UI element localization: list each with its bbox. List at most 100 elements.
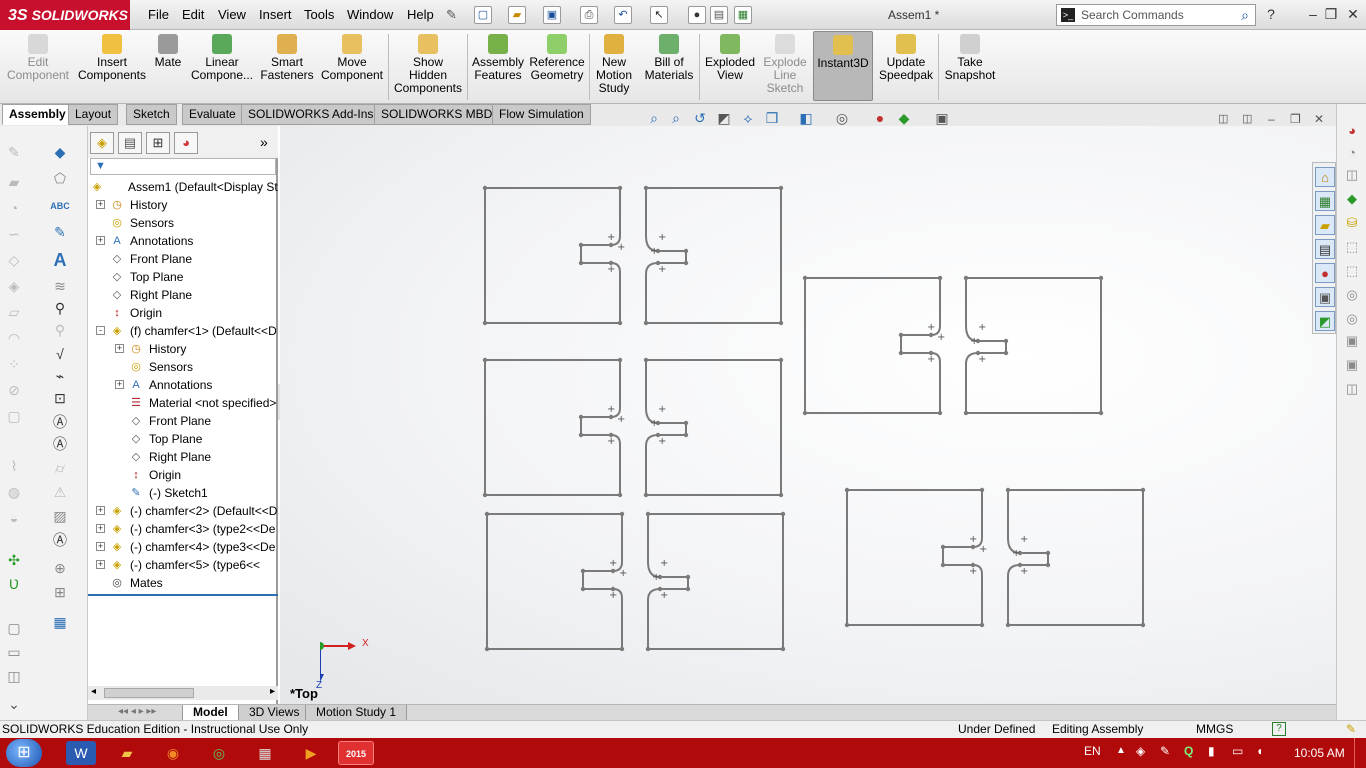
model-items-icon[interactable]: ⬠ [50,168,70,188]
datum-feature-icon[interactable]: Ⓐ [50,412,70,432]
sketch-vertex[interactable] [683,260,689,266]
tool-icon[interactable]: ◎ [1343,310,1361,328]
chamfer-2-right-part[interactable] [645,359,782,496]
smart-fasteners-button[interactable]: Smart Fasteners [258,34,316,102]
display-style-icon[interactable]: ◧ [796,108,816,128]
network-icon[interactable]: ▮ [1208,744,1215,758]
media-icon[interactable]: ▦ [250,741,280,765]
constraint-marker[interactable]: + [619,568,627,579]
tree-expander-icon[interactable]: + [115,344,124,353]
scrollbar-thumb[interactable] [104,688,194,698]
hole-callout-icon[interactable]: ⊡ [50,388,70,408]
help-icon[interactable]: ? [1262,6,1280,22]
clock-time[interactable]: 10:05 AM [1294,746,1345,760]
rebuild-icon[interactable]: ● [688,6,706,24]
revolve-icon[interactable]: ◔ [4,198,24,218]
options-icon[interactable]: ▦ [734,6,752,24]
constraint-marker[interactable]: + [650,418,658,429]
sketch-vertex[interactable] [484,646,490,652]
sketch-vertex[interactable] [643,492,649,498]
sketch-vertex[interactable] [970,544,976,550]
constraint-marker[interactable]: + [607,404,615,415]
sketch-vertex[interactable] [780,646,786,652]
tool-icon[interactable]: ⬚ [1343,262,1361,280]
view-palette-icon[interactable]: ▤ [1315,239,1335,259]
sketch-vertex[interactable] [802,410,808,416]
tab-scroll-icon[interactable]: ◂◂ ◂ ▸ ▸▸ [118,706,156,717]
menu-insert[interactable]: Insert [253,0,298,30]
close-button[interactable]: ✕ [1344,6,1362,22]
battery-icon[interactable]: ▭ [1232,744,1243,758]
menu-window[interactable]: Window [341,0,399,30]
constraint-marker[interactable]: + [607,264,615,275]
sketch-vertex[interactable] [898,332,904,338]
sketch-vertex[interactable] [578,260,584,266]
tab-model[interactable]: Model [182,705,239,721]
constraint-marker[interactable]: + [607,232,615,243]
sketch-vertex[interactable] [578,242,584,248]
solidworks-resources-icon[interactable]: ⌂ [1315,167,1335,187]
constraint-marker[interactable]: + [609,590,617,601]
menu-file[interactable]: File [142,0,175,30]
update-speedpak-button[interactable]: Update Speedpak [878,34,934,102]
menu-edit[interactable]: Edit [176,0,210,30]
curves-icon[interactable]: ⌇ [4,456,24,476]
scroll-right-icon[interactable]: ▸ [270,686,275,697]
centerline-icon[interactable]: ⊞ [50,582,70,602]
volume-icon[interactable]: ◖ [1256,744,1263,758]
wrap-icon[interactable]: ◍ [4,482,24,502]
sketch-vertex[interactable] [610,568,616,574]
constraint-marker[interactable]: + [937,332,945,343]
constraint-marker[interactable]: + [609,558,617,569]
tool-icon[interactable]: ◫ [1343,166,1361,184]
linear-note-pattern-icon[interactable]: ≋ [50,276,70,296]
minimize-button[interactable]: – [1304,6,1322,22]
bill-of-materials-button[interactable]: Bill of Materials [642,34,696,102]
sketch-vertex[interactable] [608,242,614,248]
sketch-vertex[interactable] [780,511,786,517]
sketch-vertex[interactable] [683,432,689,438]
rib-icon[interactable]: ⊘ [4,380,24,400]
table-icon[interactable]: ▦ [50,612,70,632]
format-painter-icon[interactable]: ✎ [50,222,70,242]
forum-icon[interactable]: ◩ [1315,311,1335,331]
viewport-restore-icon[interactable]: ❐ [1290,112,1301,126]
constraint-marker[interactable]: + [650,246,658,257]
sketch-vertex[interactable] [580,568,586,574]
sweep-icon[interactable]: ∽ [4,224,24,244]
apply-scene-icon[interactable]: ◆ [894,108,914,128]
select-icon[interactable]: ↖ [650,6,668,24]
tree-expander-icon[interactable]: + [96,200,105,209]
tool-icon[interactable]: ◫ [1343,380,1361,398]
weld-symbol-icon[interactable]: ⌁ [50,366,70,386]
balloon-icon[interactable]: ⚲ [50,298,70,318]
instant3d-button[interactable]: Instant3D [813,31,873,101]
save-icon[interactable]: ▣ [543,6,561,24]
tree-filter[interactable]: ▼ [90,158,276,175]
sketch-vertex[interactable] [643,357,649,363]
sketch-vertex[interactable] [940,544,946,550]
take-snapshot-button[interactable]: Take Snapshot [942,34,998,102]
feature-tree-tab-icon[interactable]: ◈ [90,132,114,154]
sketch-vertex[interactable] [580,586,586,592]
tab-motion-study-1[interactable]: Motion Study 1 [305,705,408,721]
edit-component-button[interactable]: Edit Component [4,34,72,102]
scroll-left-icon[interactable]: ◂ [91,686,96,697]
sketch-vertex[interactable] [940,562,946,568]
chamfer-2-left-part[interactable] [484,359,621,496]
constraint-marker[interactable]: + [1020,566,1028,577]
sketch-vertex[interactable] [778,357,784,363]
sketch-vertex[interactable] [683,248,689,254]
word-icon[interactable]: W [66,741,96,765]
tool-icon[interactable]: ◔ [1343,144,1361,162]
reference-geometry-button[interactable]: Reference Geometry [528,34,586,102]
display-manager-tab-icon[interactable]: ◕ [174,132,198,154]
sketch-vertex[interactable] [898,350,904,356]
auto-balloon-icon[interactable]: ⚲ [50,320,70,340]
sketch-vertex[interactable] [963,410,969,416]
pin-icon[interactable]: ✎ [446,7,457,23]
sketch-vertex[interactable] [844,487,850,493]
chamfer-4-right-part[interactable] [965,277,1102,414]
constraint-marker[interactable]: + [652,572,660,583]
mate-button[interactable]: Mate [150,34,186,102]
